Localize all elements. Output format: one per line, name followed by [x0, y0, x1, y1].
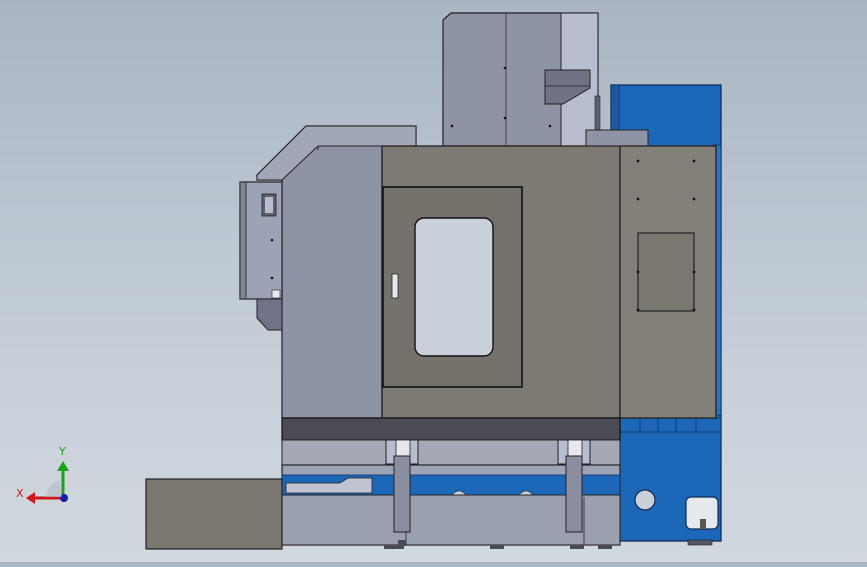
spindle-column[interactable]: [442, 12, 601, 147]
door-handle[interactable]: [391, 273, 399, 299]
y-axis-label: Y: [58, 445, 66, 458]
door-window: [414, 217, 494, 357]
reference-triad: X Y: [16, 445, 69, 504]
chip-conveyor-block[interactable]: [145, 478, 283, 550]
cad-graphics-viewport[interactable]: X Y: [0, 0, 867, 562]
control-box[interactable]: [239, 181, 283, 331]
sliding-door[interactable]: [382, 186, 523, 388]
coolant-port-icon: [634, 489, 656, 511]
trim-band: [281, 417, 621, 441]
service-panel[interactable]: [637, 232, 695, 312]
x-axis-label: X: [16, 487, 24, 500]
